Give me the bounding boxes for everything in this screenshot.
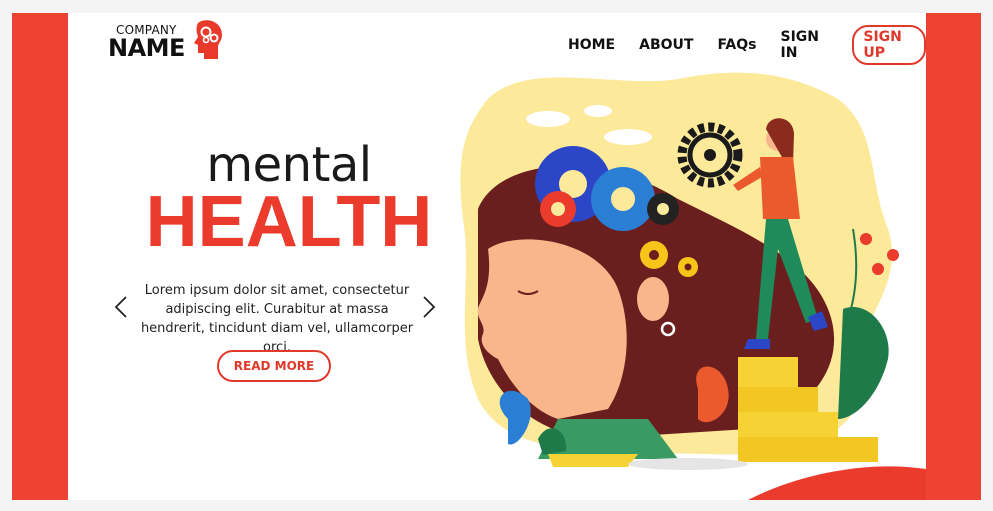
company-logo[interactable]: COMPANY NAME <box>108 19 228 65</box>
logo-name-text: NAME <box>108 34 185 62</box>
mental-health-illustration <box>460 72 926 500</box>
head-gears-icon <box>194 20 222 59</box>
right-accent-band <box>926 13 981 500</box>
landing-page-card: COMPANY NAME HOME ABOUT FAQs SIGN IN SIG… <box>68 13 926 500</box>
chevron-left-icon[interactable] <box>114 295 128 319</box>
hero-title-bottom: HEALTH <box>145 182 433 262</box>
nav-sign-in[interactable]: SIGN IN <box>780 29 828 61</box>
nav-faqs[interactable]: FAQs <box>717 37 756 53</box>
chevron-right-icon[interactable] <box>422 295 436 319</box>
left-accent-band <box>12 13 68 500</box>
read-more-button[interactable]: READ MORE <box>217 350 331 382</box>
nav-home[interactable]: HOME <box>568 37 615 53</box>
nav-about[interactable]: ABOUT <box>639 37 693 53</box>
hero-description: Lorem ipsum dolor sit amet, consectetur … <box>140 283 414 355</box>
